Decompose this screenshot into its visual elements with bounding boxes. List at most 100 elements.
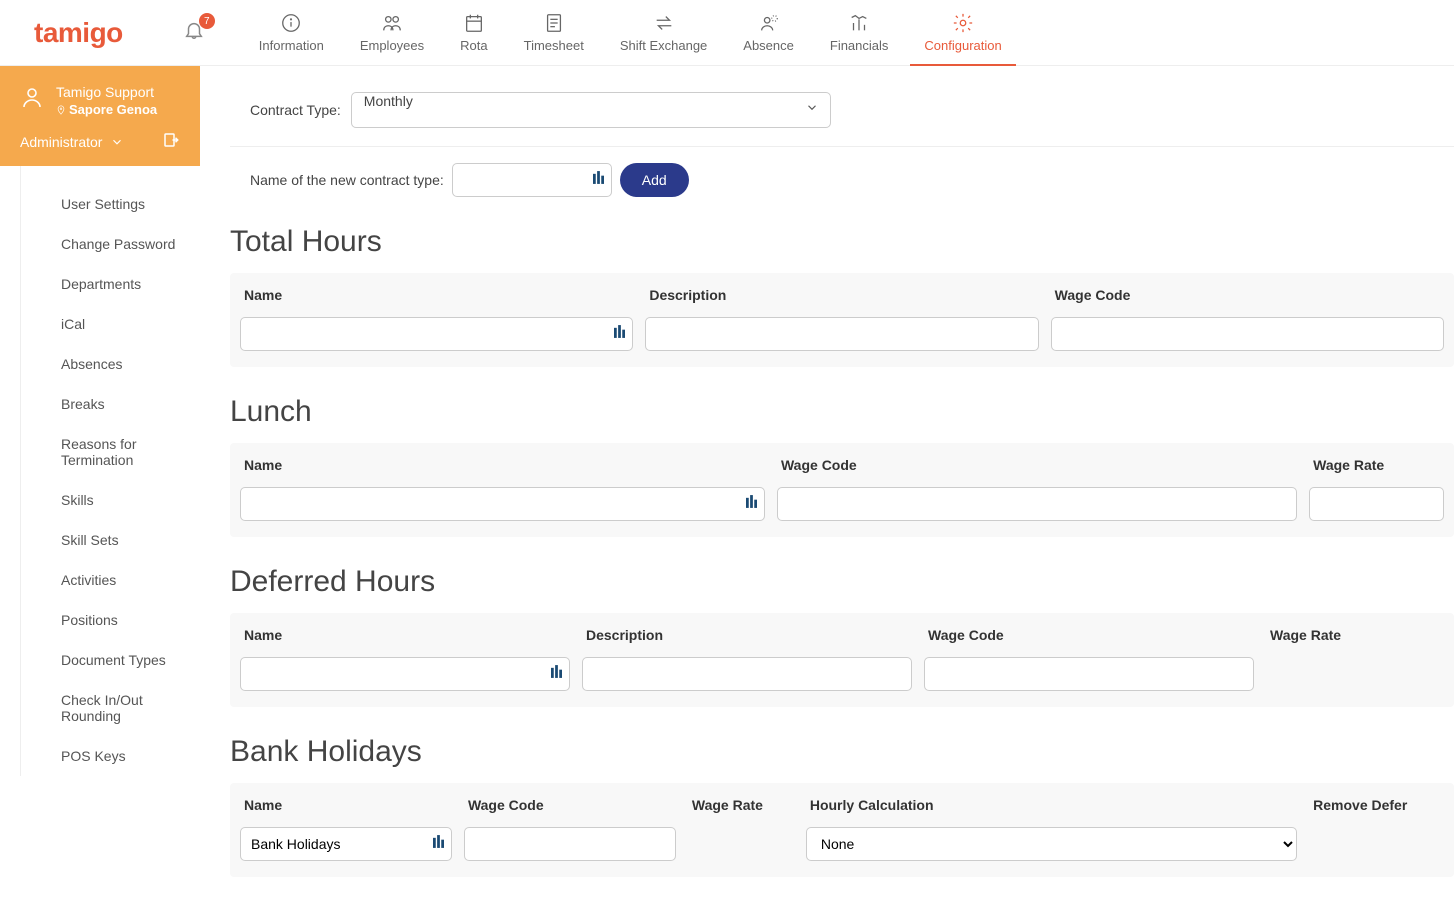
- sidenav-skill-sets[interactable]: Skill Sets: [41, 520, 200, 560]
- nav-configuration[interactable]: Configuration: [910, 0, 1015, 66]
- sidenav-checkin-rounding[interactable]: Check In/Out Rounding: [41, 680, 200, 736]
- total-hours-name-input[interactable]: [240, 317, 633, 351]
- sidenav-absences[interactable]: Absences: [41, 344, 200, 384]
- lunch-wagecode-input[interactable]: [777, 487, 1297, 521]
- col-name: Name: [240, 797, 452, 827]
- sidebar: Tamigo Support Sapore Genoa Administrato…: [0, 66, 200, 917]
- sidenav-ical[interactable]: iCal: [41, 304, 200, 344]
- col-wage-code: Wage Code: [1051, 287, 1444, 317]
- nav-employees[interactable]: Employees: [346, 0, 438, 66]
- new-contract-input[interactable]: [452, 163, 612, 197]
- user-location[interactable]: Sapore Genoa: [56, 102, 157, 117]
- nav-rota[interactable]: Rota: [446, 0, 501, 66]
- add-contract-row: Name of the new contract type: Add: [230, 147, 1454, 197]
- col-wage-code: Wage Code: [464, 797, 676, 827]
- translate-icon[interactable]: [551, 665, 562, 683]
- col-wage-rate: Wage Rate: [688, 797, 794, 827]
- sidenav-breaks[interactable]: Breaks: [41, 384, 200, 424]
- deferred-wagecode-input[interactable]: [924, 657, 1254, 691]
- sidenav-departments[interactable]: Departments: [41, 264, 200, 304]
- user-name: Tamigo Support: [56, 84, 157, 100]
- nav-label: Absence: [743, 38, 794, 53]
- translate-icon[interactable]: [433, 835, 444, 853]
- user-block: Tamigo Support Sapore Genoa Administrato…: [0, 66, 200, 166]
- nav-label: Shift Exchange: [620, 38, 707, 53]
- col-remove-defer: Remove Defer: [1309, 797, 1444, 827]
- section-title: Lunch: [230, 395, 1454, 429]
- col-name: Name: [240, 457, 765, 487]
- col-name: Name: [240, 287, 633, 317]
- col-hourly-calc: Hourly Calculation: [806, 797, 1297, 827]
- col-description: Description: [645, 287, 1038, 317]
- notification-badge: 7: [199, 13, 215, 29]
- nav-label: Configuration: [924, 38, 1001, 53]
- sidenav-skills[interactable]: Skills: [41, 480, 200, 520]
- col-description: Description: [582, 627, 912, 657]
- sidenav-pos-keys[interactable]: POS Keys: [41, 736, 200, 776]
- contract-type-select[interactable]: Monthly: [351, 92, 831, 128]
- col-wage-rate: Wage Rate: [1309, 457, 1444, 487]
- translate-icon[interactable]: [614, 325, 625, 343]
- nav-shift-exchange[interactable]: Shift Exchange: [606, 0, 721, 66]
- nav-information[interactable]: Information: [245, 0, 338, 66]
- deferred-description-input[interactable]: [582, 657, 912, 691]
- new-contract-label: Name of the new contract type:: [250, 172, 444, 188]
- role-selector[interactable]: Administrator: [20, 134, 124, 150]
- sidenav-document-types[interactable]: Document Types: [41, 640, 200, 680]
- chevron-down-icon: [805, 101, 819, 120]
- logo: tamigo: [34, 17, 123, 49]
- col-name: Name: [240, 627, 570, 657]
- contract-type-row: Contract Type: Monthly: [230, 66, 1454, 147]
- lunch-name-input[interactable]: [240, 487, 765, 521]
- main-nav: Information Employees Rota Timesheet Shi…: [245, 0, 1016, 66]
- add-button[interactable]: Add: [620, 163, 689, 197]
- exchange-icon: [653, 12, 675, 34]
- gear-icon: [952, 12, 974, 34]
- section-total-hours: Total Hours Name Description Wage Code: [230, 197, 1454, 367]
- sidenav-user-settings[interactable]: User Settings: [41, 184, 200, 224]
- nav-label: Information: [259, 38, 324, 53]
- translate-icon[interactable]: [746, 495, 757, 513]
- employees-icon: [381, 12, 403, 34]
- main-content: Contract Type: Monthly Name of the new c…: [200, 66, 1454, 917]
- deferred-name-input[interactable]: [240, 657, 570, 691]
- absence-icon: [758, 12, 780, 34]
- logout-icon: [162, 131, 180, 149]
- side-nav: User Settings Change Password Department…: [20, 166, 200, 776]
- col-wage-code: Wage Code: [777, 457, 1297, 487]
- top-bar: tamigo 7 Information Employees Rota Time…: [0, 0, 1454, 66]
- bankholidays-name-input[interactable]: [240, 827, 452, 861]
- sidenav-change-password[interactable]: Change Password: [41, 224, 200, 264]
- timesheet-icon: [543, 12, 565, 34]
- section-title: Deferred Hours: [230, 565, 1454, 599]
- section-lunch: Lunch Name Wage Code Wage Rate: [230, 367, 1454, 537]
- total-hours-wagecode-input[interactable]: [1051, 317, 1444, 351]
- section-bank-holidays: Bank Holidays Name Wage Code Wage Rate: [230, 707, 1454, 877]
- nav-absence[interactable]: Absence: [729, 0, 808, 66]
- nav-label: Financials: [830, 38, 889, 53]
- lunch-wagerate-input[interactable]: [1309, 487, 1444, 521]
- total-hours-description-input[interactable]: [645, 317, 1038, 351]
- section-deferred-hours: Deferred Hours Name Description Wage Cod…: [230, 537, 1454, 707]
- nav-label: Employees: [360, 38, 424, 53]
- nav-timesheet[interactable]: Timesheet: [510, 0, 598, 66]
- financials-icon: [848, 12, 870, 34]
- col-wage-code: Wage Code: [924, 627, 1254, 657]
- chevron-down-icon: [110, 135, 124, 149]
- nav-label: Timesheet: [524, 38, 584, 53]
- translate-icon[interactable]: [593, 171, 604, 189]
- notifications-button[interactable]: 7: [183, 19, 205, 46]
- bankholidays-hourly-calc-select[interactable]: None: [806, 827, 1297, 861]
- calendar-icon: [463, 12, 485, 34]
- logout-button[interactable]: [162, 131, 180, 152]
- pin-icon: [56, 104, 66, 116]
- section-title: Bank Holidays: [230, 735, 1454, 769]
- nav-label: Rota: [460, 38, 487, 53]
- sidenav-termination-reasons[interactable]: Reasons for Termination: [41, 424, 200, 480]
- sidenav-positions[interactable]: Positions: [41, 600, 200, 640]
- bankholidays-wagecode-input[interactable]: [464, 827, 676, 861]
- nav-financials[interactable]: Financials: [816, 0, 903, 66]
- sidenav-activities[interactable]: Activities: [41, 560, 200, 600]
- info-icon: [280, 12, 302, 34]
- user-icon: [20, 84, 44, 110]
